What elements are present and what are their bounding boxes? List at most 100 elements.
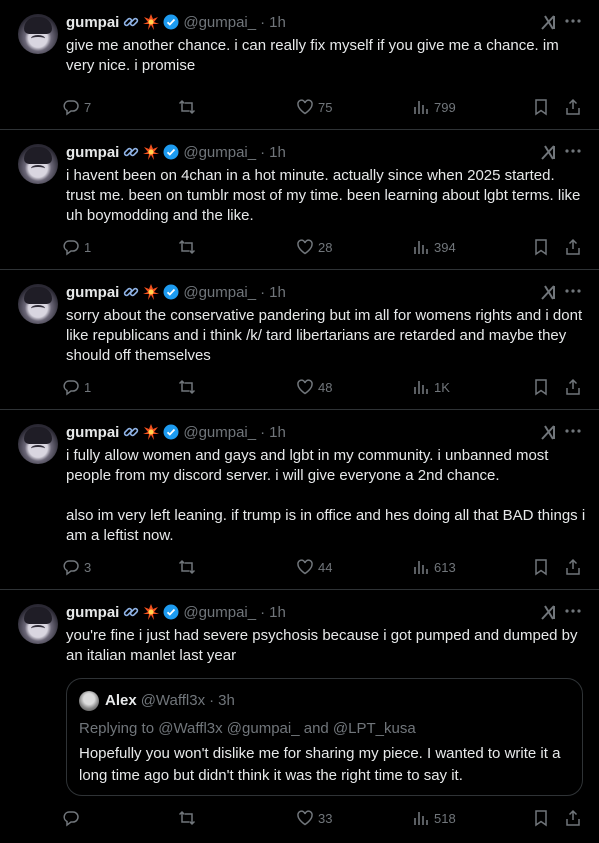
- share-button[interactable]: [564, 377, 582, 397]
- author-name[interactable]: gumpai: [66, 144, 119, 161]
- like-button[interactable]: 33: [296, 808, 332, 828]
- timestamp[interactable]: 1h: [269, 284, 286, 301]
- tweet[interactable]: gumpai @gumpai_ · 1h sorry about the con…: [0, 270, 599, 410]
- avatar[interactable]: [18, 424, 58, 464]
- author-name[interactable]: gumpai: [66, 604, 119, 621]
- tweet[interactable]: gumpai @gumpai_ · 1h i fully allow women…: [0, 410, 599, 590]
- reply-button[interactable]: 1: [62, 377, 91, 397]
- view-count: 1K: [434, 379, 450, 395]
- views-button[interactable]: 1K: [412, 377, 450, 397]
- like-icon: [297, 99, 313, 115]
- tweet-header: gumpai @gumpai_ · 1h: [66, 12, 286, 32]
- collision-emoji-icon: [143, 14, 160, 30]
- views-button[interactable]: 394: [412, 237, 456, 257]
- link-emoji-icon: [124, 17, 139, 27]
- quoted-tweet[interactable]: Alex @Waffl3x · 3h Replying to @Waffl3x …: [66, 678, 583, 796]
- tweet-text: i havent been on 4chan in a hot minute. …: [66, 167, 585, 224]
- bookmark-icon: [535, 810, 547, 827]
- separator-dot: ·: [209, 692, 215, 709]
- bookmark-button[interactable]: [532, 808, 550, 828]
- verified-badge-icon: [163, 424, 179, 440]
- reply-icon: [63, 380, 79, 396]
- grok-icon[interactable]: [539, 422, 559, 442]
- reply-icon: [63, 560, 79, 576]
- grok-icon[interactable]: [539, 602, 559, 622]
- tweet-header: gumpai @gumpai_ · 1h: [66, 282, 286, 302]
- separator-dot: ·: [260, 603, 266, 621]
- like-icon: [297, 379, 313, 395]
- bookmark-button[interactable]: [532, 97, 550, 117]
- views-icon: [414, 381, 428, 394]
- avatar[interactable]: [18, 144, 58, 184]
- verified-badge-icon: [163, 14, 179, 30]
- retweet-button[interactable]: [178, 97, 200, 117]
- bookmark-button[interactable]: [532, 557, 550, 577]
- more-icon[interactable]: [563, 141, 583, 161]
- tweet[interactable]: gumpai @gumpai_ · 1h give me another cha…: [0, 0, 599, 130]
- tweet-actions: 1 48 1K: [62, 377, 588, 397]
- author-handle[interactable]: @gumpai_: [183, 144, 256, 161]
- avatar[interactable]: [18, 14, 58, 54]
- more-icon[interactable]: [563, 421, 583, 441]
- grok-icon[interactable]: [539, 142, 559, 162]
- tweet-text: you're fine i just had severe psychosis …: [66, 627, 582, 664]
- reply-button[interactable]: [62, 808, 84, 828]
- author-handle[interactable]: @gumpai_: [183, 14, 256, 31]
- share-button[interactable]: [564, 237, 582, 257]
- views-button[interactable]: 518: [412, 808, 456, 828]
- author-handle[interactable]: @gumpai_: [183, 284, 256, 301]
- more-icon[interactable]: [563, 601, 583, 621]
- quote-author-name[interactable]: Alex: [105, 692, 137, 709]
- more-icon[interactable]: [563, 11, 583, 31]
- retweet-button[interactable]: [178, 377, 200, 397]
- bookmark-icon: [535, 379, 547, 396]
- author-handle[interactable]: @gumpai_: [183, 424, 256, 441]
- reply-button[interactable]: 3: [62, 557, 91, 577]
- tweet[interactable]: gumpai @gumpai_ · 1h i havent been on 4c…: [0, 130, 599, 270]
- timestamp[interactable]: 1h: [269, 604, 286, 621]
- quote-author-handle[interactable]: @Waffl3x: [141, 692, 205, 709]
- share-button[interactable]: [564, 97, 582, 117]
- avatar[interactable]: [18, 604, 58, 644]
- tweet-header: gumpai @gumpai_ · 1h: [66, 602, 286, 622]
- avatar[interactable]: [18, 284, 58, 324]
- views-icon: [414, 561, 428, 574]
- like-count: 75: [318, 99, 333, 115]
- author-name[interactable]: gumpai: [66, 14, 119, 31]
- retweet-icon: [178, 559, 196, 575]
- like-icon: [297, 239, 313, 255]
- tweet-actions: 1 28 394: [62, 237, 588, 257]
- bookmark-button[interactable]: [532, 237, 550, 257]
- share-button[interactable]: [564, 557, 582, 577]
- share-button[interactable]: [564, 808, 582, 828]
- retweet-button[interactable]: [178, 557, 200, 577]
- author-handle[interactable]: @gumpai_: [183, 604, 256, 621]
- author-name[interactable]: gumpai: [66, 424, 119, 441]
- bookmark-icon: [535, 99, 547, 116]
- share-icon: [566, 238, 580, 255]
- quote-header: Alex @Waffl3x · 3h: [105, 692, 235, 709]
- like-button[interactable]: 75: [296, 97, 332, 117]
- grok-icon[interactable]: [539, 12, 559, 32]
- like-button[interactable]: 28: [296, 237, 332, 257]
- timestamp[interactable]: 1h: [269, 14, 286, 31]
- reply-button[interactable]: 7: [62, 97, 91, 117]
- author-name[interactable]: gumpai: [66, 284, 119, 301]
- bookmark-button[interactable]: [532, 377, 550, 397]
- like-button[interactable]: 44: [296, 557, 332, 577]
- timestamp[interactable]: 1h: [269, 424, 286, 441]
- grok-icon[interactable]: [539, 282, 559, 302]
- views-button[interactable]: 613: [412, 557, 456, 577]
- reply-icon: [63, 240, 79, 256]
- retweet-button[interactable]: [178, 808, 200, 828]
- bookmark-icon: [535, 559, 547, 576]
- quote-timestamp[interactable]: 3h: [218, 692, 235, 709]
- reply-button[interactable]: 1: [62, 237, 91, 257]
- retweet-button[interactable]: [178, 237, 200, 257]
- more-icon[interactable]: [563, 281, 583, 301]
- quote-avatar[interactable]: [79, 691, 99, 711]
- share-icon: [566, 809, 580, 826]
- timestamp[interactable]: 1h: [269, 144, 286, 161]
- views-button[interactable]: 799: [412, 97, 456, 117]
- like-button[interactable]: 48: [296, 377, 332, 397]
